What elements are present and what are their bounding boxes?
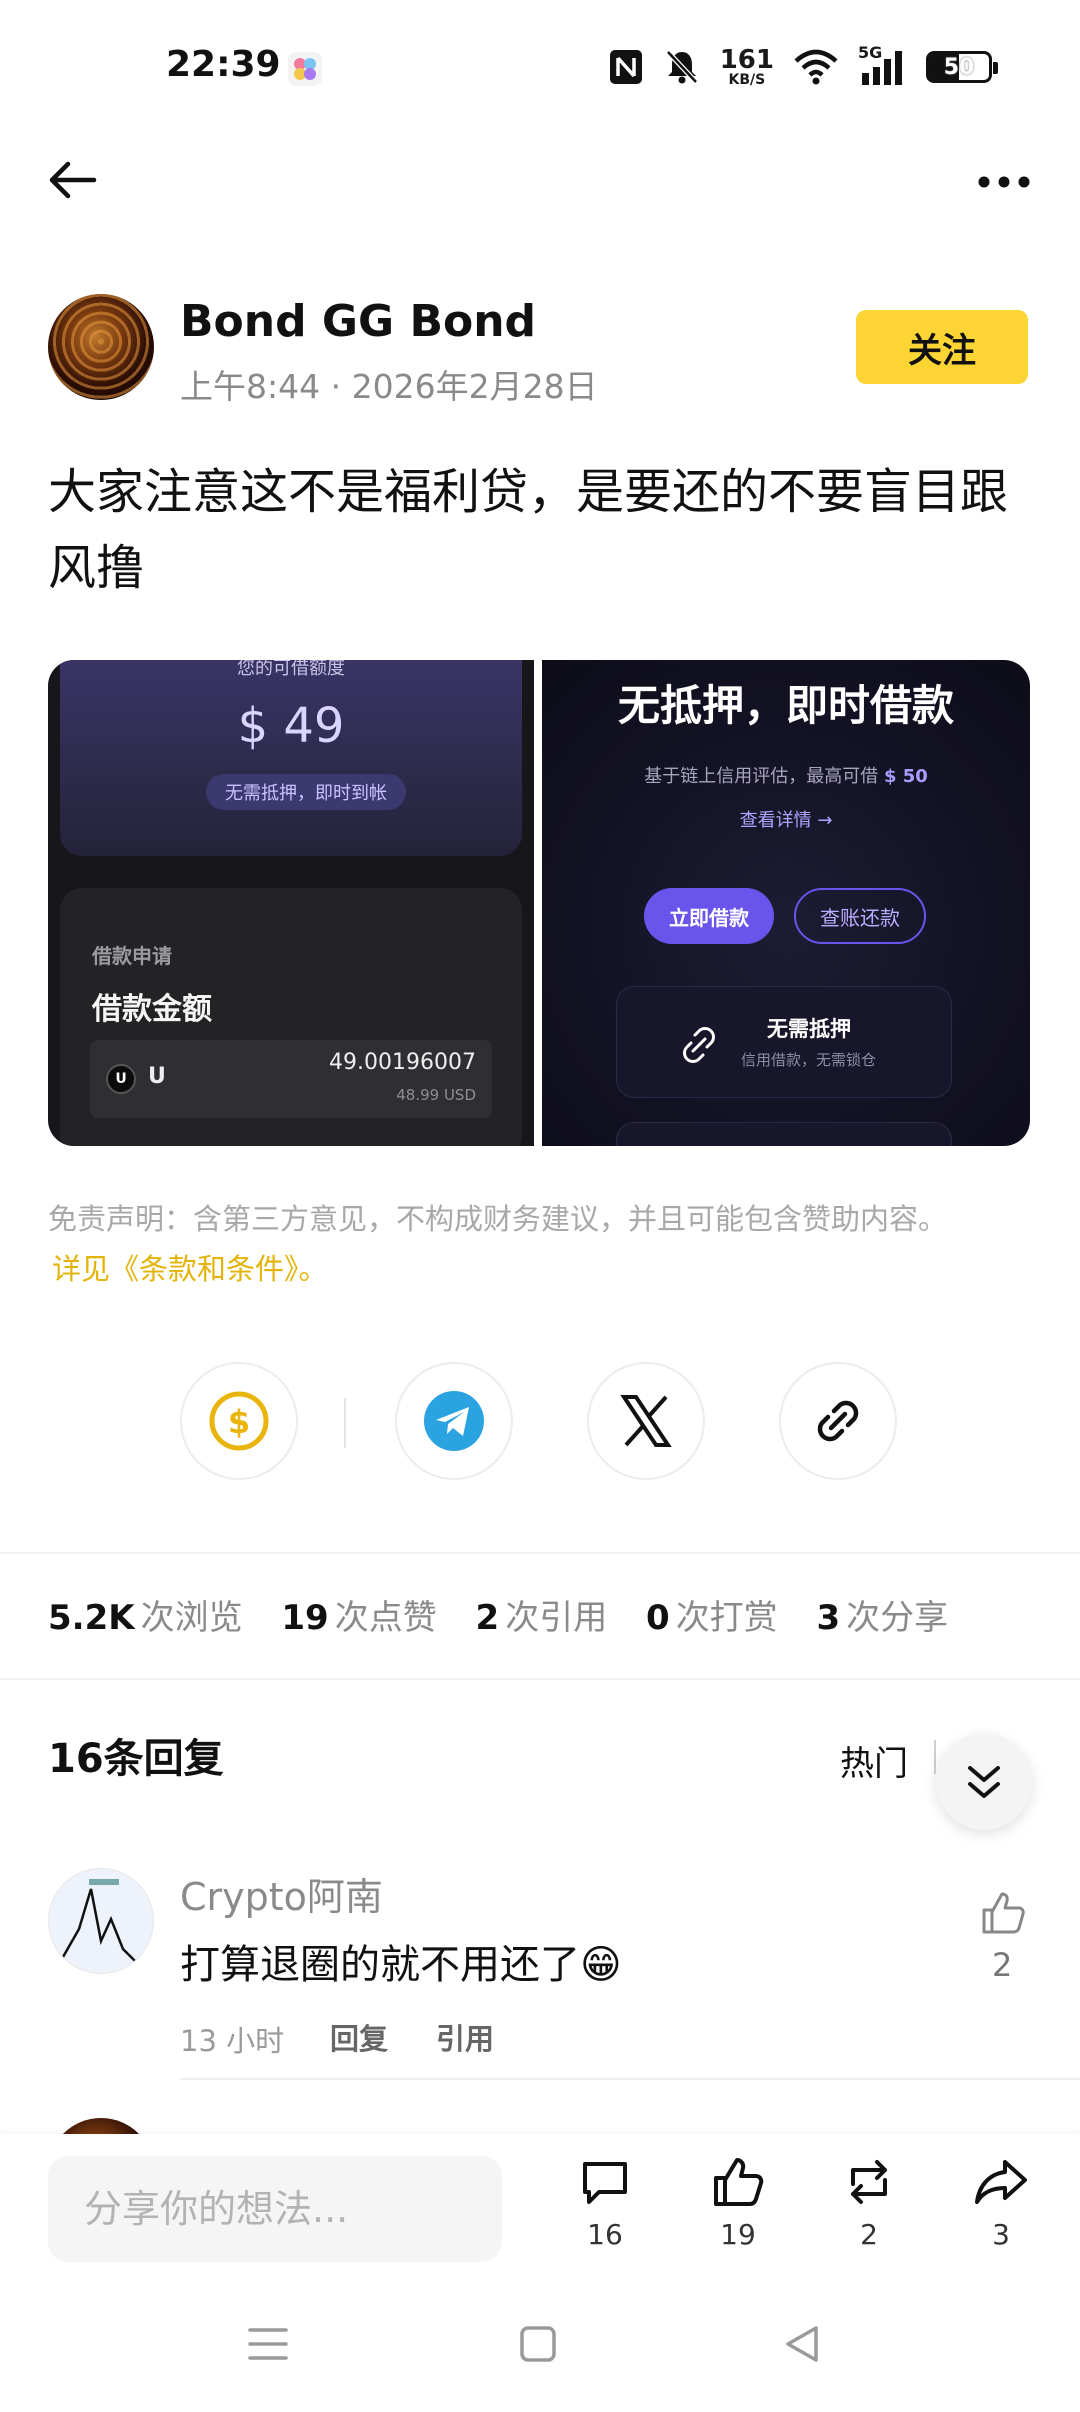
chart-avatar-image bbox=[61, 1879, 138, 1964]
status-time: 22:39 bbox=[166, 44, 281, 85]
thumbs-up-icon bbox=[714, 2158, 764, 2206]
ad-description: 基于链上信用评估，最高可借 $ 50 bbox=[644, 766, 928, 787]
ad-feature-title: 无需抵押 bbox=[767, 1017, 851, 1041]
divider bbox=[0, 1678, 1080, 1680]
loan-value: 49.00196007 bbox=[329, 1050, 476, 1075]
telegram-icon bbox=[424, 1391, 484, 1451]
comment-bubble-icon bbox=[583, 2162, 627, 2204]
ad-title: 无抵押，即时借款 bbox=[617, 681, 954, 730]
post-stats: 5.2K 次浏览 19 次点赞 2 次引用 0 次打赏 3 次分享 bbox=[48, 1598, 949, 1638]
like-button[interactable]: 19 bbox=[693, 2154, 783, 2264]
post-text: 大家注意这不是福利贷，是要还的不要盲目跟风撸 bbox=[48, 464, 1009, 596]
wifi-icon bbox=[794, 49, 838, 85]
repost-icon bbox=[851, 2160, 887, 2204]
net-speed: 161 KB/S bbox=[719, 45, 774, 88]
share-divider bbox=[344, 1398, 346, 1448]
nav-menu-button[interactable] bbox=[238, 2314, 298, 2374]
share-button[interactable]: 3 bbox=[956, 2154, 1046, 2264]
likes-count: 19 bbox=[720, 2218, 756, 2251]
tip-button[interactable]: $ bbox=[180, 1362, 298, 1480]
more-options-button[interactable] bbox=[976, 162, 1032, 202]
coin-name: U bbox=[148, 1064, 166, 1089]
svg-text:$: $ bbox=[228, 1403, 250, 1441]
reply-divider bbox=[180, 2078, 1080, 2080]
coin-icon: U bbox=[106, 1064, 136, 1094]
sort-hot-tab[interactable]: 热门 bbox=[840, 1736, 908, 1785]
ad-details-link: 查看详情 → bbox=[739, 810, 833, 831]
shares-count: 3 bbox=[992, 2218, 1010, 2251]
reply-like-button[interactable] bbox=[978, 1888, 1028, 1938]
comments-button[interactable]: 16 bbox=[560, 2154, 650, 2264]
post-image-right[interactable]: 无抵押，即时借款 基于链上信用评估，最高可借 $ 50 查看详情 → 立即借款 … bbox=[542, 660, 1030, 1146]
quota-panel: 您的可借额度 $ 49 无需抵押，即时到帐 bbox=[60, 660, 522, 856]
reposts-count: 2 bbox=[860, 2218, 878, 2251]
reply-avatar[interactable] bbox=[48, 1868, 154, 1974]
reply-reply-button[interactable]: 回复 bbox=[330, 2016, 388, 2058]
scroll-down-button[interactable] bbox=[936, 1734, 1032, 1830]
status-icons: 161 KB/S 5G 50 bbox=[608, 42, 998, 92]
back-button[interactable] bbox=[44, 152, 100, 208]
double-chevron-down-icon bbox=[968, 1766, 1000, 1798]
copy-link-button[interactable] bbox=[779, 1362, 897, 1480]
mute-bell-icon bbox=[665, 50, 698, 84]
x-icon bbox=[620, 1395, 672, 1447]
post-image-left[interactable]: 您的可借额度 $ 49 无需抵押，即时到帐 借款申请 借款金额 U U 49.0… bbox=[48, 660, 534, 1146]
signal-icon: 5G bbox=[858, 43, 906, 87]
back-triangle-icon bbox=[786, 2326, 818, 2362]
comment-input[interactable] bbox=[48, 2156, 502, 2262]
loan-card-title: 借款金额 bbox=[92, 992, 212, 1027]
disclaimer-text: 免责声明：含第三方意见，不构成财务建议，并且可能包含赞助内容。 bbox=[48, 1202, 948, 1236]
status-bar: 22:39 161 KB/S 5G 50 bbox=[0, 0, 1080, 130]
loan-amount-row: U U 49.00196007 48.99 USD bbox=[90, 1040, 492, 1118]
quota-amount: $ 49 bbox=[237, 698, 345, 754]
ad-repay-button: 查账还款 bbox=[794, 888, 926, 944]
share-arrow-icon bbox=[975, 2160, 1027, 2204]
reply-text: 打算退圈的就不用还了😁 bbox=[180, 1942, 622, 1988]
terms-link[interactable]: 详见《条款和条件》。 bbox=[52, 1244, 328, 1294]
divider bbox=[0, 1552, 1080, 1554]
home-square-icon bbox=[520, 2326, 556, 2362]
reply-time: 13 小时 bbox=[180, 2024, 285, 2058]
reply-username[interactable]: Crypto阿南 bbox=[180, 1866, 383, 1921]
app-notification-icon bbox=[288, 52, 322, 86]
loan-card: 借款申请 借款金额 U U 49.00196007 48.99 USD bbox=[60, 888, 522, 1146]
author-avatar[interactable] bbox=[48, 294, 154, 400]
ad-feature-card-2 bbox=[616, 1122, 952, 1146]
share-x-button[interactable] bbox=[587, 1362, 705, 1480]
nfc-icon bbox=[609, 50, 642, 84]
loan-card-subtitle: 借款申请 bbox=[92, 944, 172, 968]
reply-quote-button[interactable]: 引用 bbox=[436, 2016, 494, 2058]
share-telegram-button[interactable] bbox=[395, 1362, 513, 1480]
menu-lines-icon bbox=[248, 2328, 288, 2360]
arrow-left-icon bbox=[49, 161, 97, 199]
tip-dollar-icon: $ bbox=[209, 1391, 269, 1451]
nav-home-button[interactable] bbox=[508, 2314, 568, 2374]
replies-title: 16条回复 bbox=[48, 1736, 224, 1782]
link-icon bbox=[817, 1400, 859, 1442]
no-collateral-pill: 无需抵押，即时到帐 bbox=[206, 774, 406, 810]
thumbs-up-icon bbox=[982, 1892, 1025, 1934]
ad-feature-card: 无需抵押 信用借款，无需锁仓 bbox=[616, 986, 952, 1098]
battery-icon: 50 bbox=[926, 51, 998, 83]
post-timestamp: 上午8:44 · 2026年2月28日 bbox=[180, 367, 598, 406]
follow-button[interactable]: 关注 bbox=[856, 310, 1028, 384]
sort-divider bbox=[934, 1740, 936, 1774]
ad-feature-subtitle: 信用借款，无需锁仓 bbox=[741, 1051, 877, 1069]
broken-link-icon bbox=[683, 1027, 715, 1063]
quota-label: 您的可借额度 bbox=[237, 660, 345, 679]
bottom-action-bar: 16 19 2 3 bbox=[0, 2134, 1080, 2274]
nav-back-button[interactable] bbox=[772, 2314, 832, 2374]
author-name[interactable]: Bond GG Bond bbox=[180, 296, 536, 347]
system-nav-bar bbox=[0, 2274, 1080, 2412]
more-dots-icon bbox=[978, 176, 1030, 188]
comments-count: 16 bbox=[587, 2218, 623, 2251]
repost-button[interactable]: 2 bbox=[824, 2154, 914, 2264]
ad-borrow-button: 立即借款 bbox=[644, 888, 774, 944]
loan-usd: 48.99 USD bbox=[396, 1086, 476, 1104]
reply-like-count: 2 bbox=[992, 1946, 1013, 1984]
